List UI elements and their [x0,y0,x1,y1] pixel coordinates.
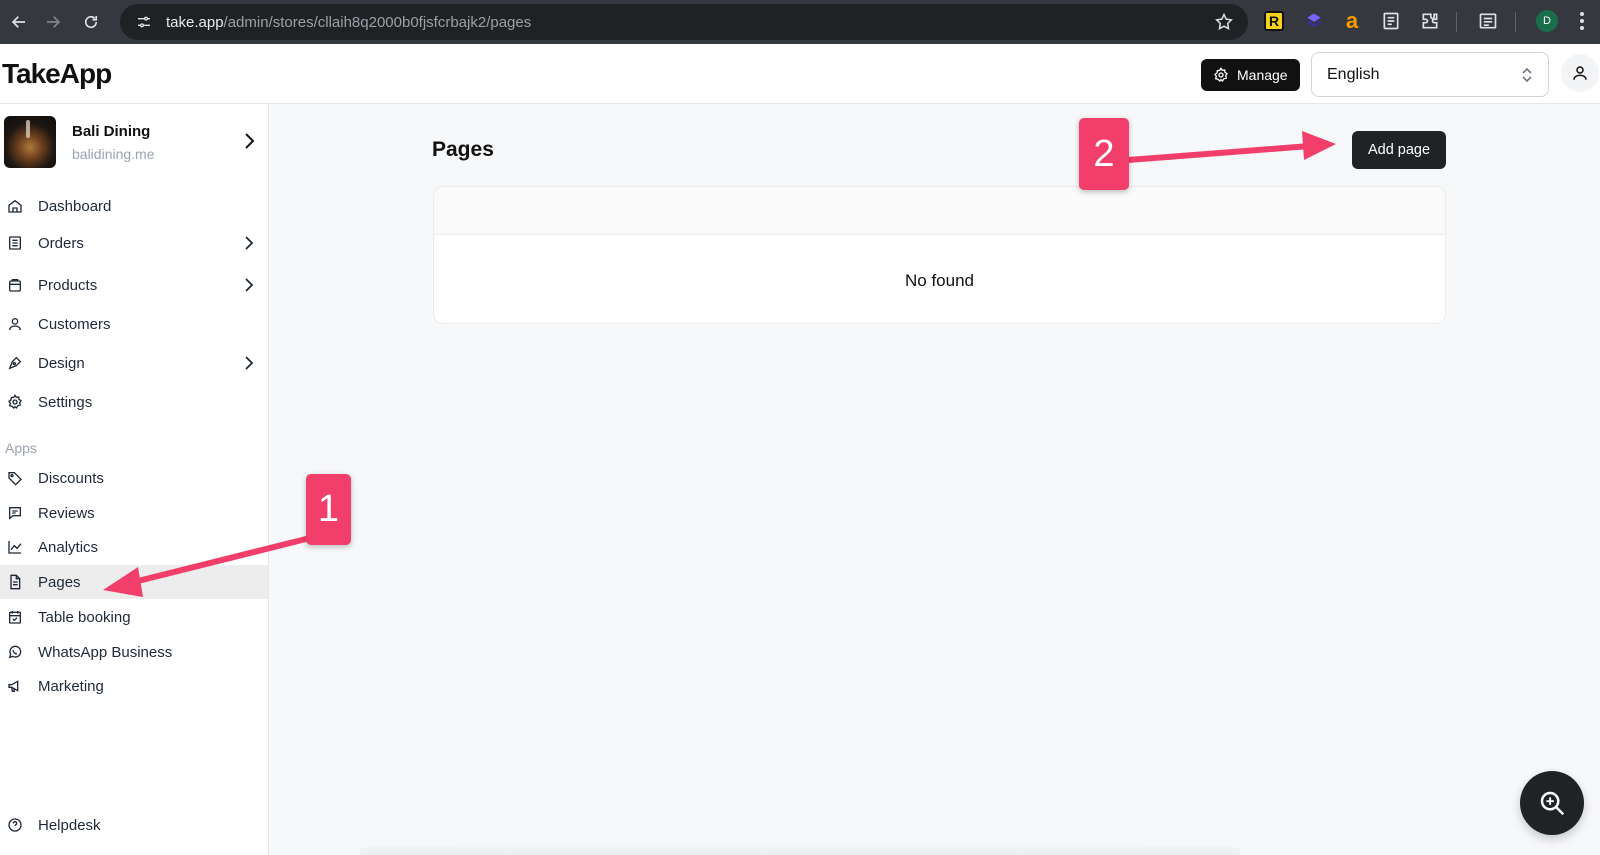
line-chart-icon [7,539,23,555]
sidebar-item-dashboard[interactable]: Dashboard [0,189,268,223]
add-page-button[interactable]: Add page [1352,131,1446,169]
sidebar-item-label: Products [38,276,98,294]
sidebar-item-discounts[interactable]: Discounts [0,461,268,495]
reading-list-icon[interactable] [1476,9,1500,33]
bottom-fade [360,842,1240,855]
sidebar-item-label: Helpdesk [38,816,101,834]
chevron-right-icon [245,133,255,149]
sidebar-item-marketing[interactable]: Marketing [0,669,268,703]
pen-nib-icon [7,355,23,371]
sidebar-item-settings[interactable]: Settings [0,385,268,419]
sidebar-item-reviews[interactable]: Reviews [0,496,268,530]
chevron-up-down-icon [1522,67,1532,83]
pages-table: No found [433,186,1446,324]
sidebar-item-design[interactable]: Design [0,346,268,380]
shopping-bag-icon [7,277,23,293]
manage-button[interactable]: Manage [1201,59,1300,91]
takeapp-logo[interactable]: TakeApp [2,58,112,90]
sidebar-item-label: Settings [38,393,93,411]
gear-icon [7,394,23,410]
user-icon [1573,66,1587,80]
sidebar-item-pages[interactable]: Pages [0,565,268,599]
sidebar-item-label: Marketing [38,677,104,695]
store-switcher[interactable]: Bali Dining balidining.me [4,114,266,170]
toolbar-divider [1515,12,1516,32]
page-title: Pages [432,138,494,161]
apps-section-heading: Apps [5,440,37,456]
chevron-right-icon [245,356,254,370]
whatsapp-icon [7,644,23,660]
store-thumbnail [4,116,56,168]
back-icon[interactable] [0,3,38,41]
tag-icon [7,470,23,486]
sidebar-item-customers[interactable]: Customers [0,307,268,341]
table-header [434,187,1445,235]
sidebar-item-orders[interactable]: Orders [0,226,268,260]
home-icon [7,198,23,214]
sidebar-item-whatsapp-business[interactable]: WhatsApp Business [0,635,268,669]
reload-icon[interactable] [72,3,110,41]
sidebar-item-label: Reviews [38,504,95,522]
url-text: take.app/admin/stores/cllaih8q2000b0fjsf… [166,13,532,31]
sidebar-item-products[interactable]: Products [0,268,268,302]
sidebar-item-label: Customers [38,315,111,333]
sidebar-item-table-booking[interactable]: Table booking [0,600,268,634]
help-circle-icon [7,817,23,833]
sidebar-item-label: Analytics [38,538,99,556]
user-icon [7,316,23,332]
extension-cube-icon[interactable] [1302,9,1326,33]
sidebar-item-label: Orders [38,234,84,252]
chevron-right-icon [245,236,254,250]
annotation-callout-1: 1 [306,474,351,545]
message-square-icon [7,505,23,521]
chevron-right-icon [245,278,254,292]
sidebar-item-label: Design [38,354,85,372]
extensions-puzzle-icon[interactable] [1418,9,1442,33]
empty-state-text: No found [905,271,974,290]
user-account-button[interactable] [1561,54,1599,92]
app-header: TakeApp Manage English [0,44,1600,104]
gear-icon [1214,67,1228,83]
profile-avatar[interactable]: D [1536,10,1558,32]
sidebar-item-analytics[interactable]: Analytics [0,530,268,564]
toolbar-divider [1456,12,1457,32]
sidebar-item-label: Discounts [38,469,104,487]
sidebar-item-label: Dashboard [38,197,112,215]
calendar-check-icon [7,609,23,625]
language-value: English [1327,65,1380,83]
magnify-sparkle-icon [1540,791,1565,816]
address-bar[interactable]: take.app/admin/stores/cllaih8q2000b0fjsf… [120,4,1248,40]
store-name: Bali Dining [72,122,151,140]
annotation-arrow-2 [1125,131,1336,163]
sidebar-item-label: WhatsApp Business [38,643,173,661]
extension-amazon-icon[interactable]: a [1340,8,1364,33]
sidebar-item-helpdesk[interactable]: Helpdesk [0,808,268,842]
forward-icon[interactable] [34,3,72,41]
megaphone-icon [7,678,23,694]
sidebar: Bali Dining balidining.me Dashboard Orde… [0,104,269,855]
site-settings-icon[interactable] [130,8,158,36]
manage-label: Manage [1237,67,1288,83]
file-text-icon [7,574,23,590]
orders-list-icon [7,235,23,251]
extension-r-icon[interactable]: R [1264,11,1284,31]
annotation-callout-2: 2 [1079,118,1129,190]
browser-menu-icon[interactable] [1578,10,1586,32]
bookmark-star-icon[interactable] [1214,12,1234,32]
sidebar-item-label: Pages [38,573,81,591]
browser-toolbar: take.app/admin/stores/cllaih8q2000b0fjsf… [0,0,1600,44]
extension-reader-icon[interactable] [1379,9,1403,33]
store-domain: balidining.me [72,145,155,162]
sidebar-item-label: Table booking [38,608,131,626]
zoom-assistant-button[interactable] [1520,771,1584,835]
language-select[interactable]: English [1311,52,1549,97]
